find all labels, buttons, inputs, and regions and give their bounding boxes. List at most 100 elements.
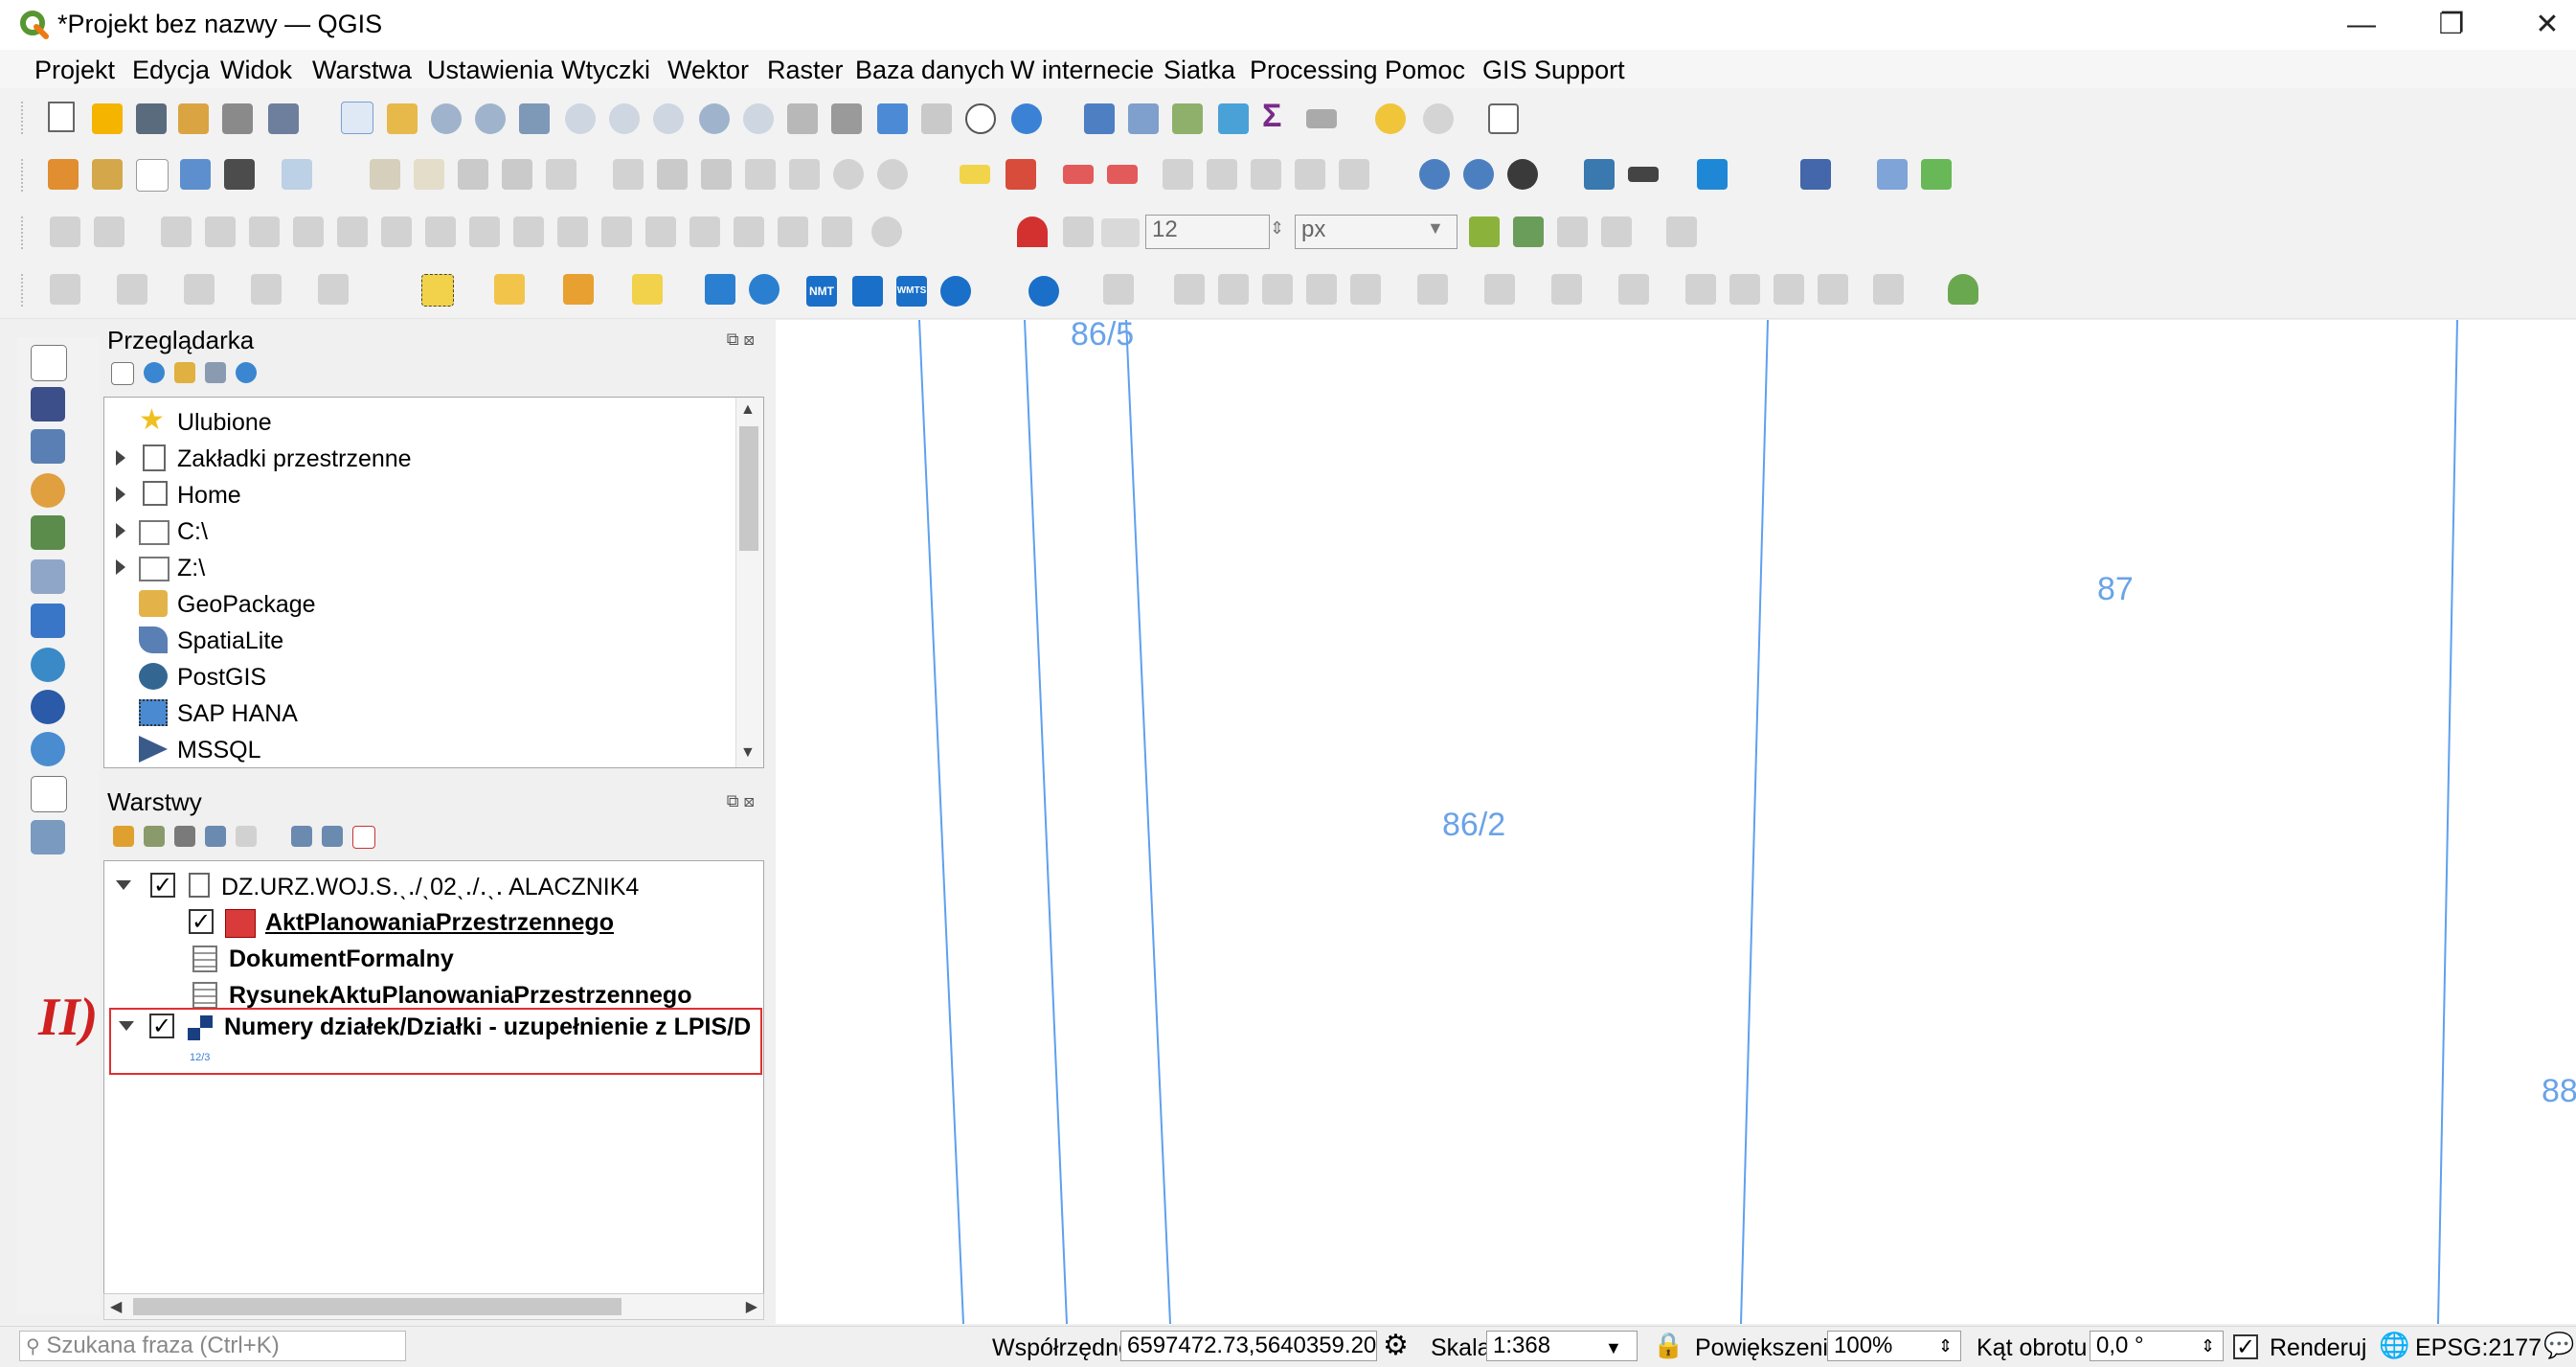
python-console-icon[interactable] [1584,159,1615,190]
select-by-location-icon[interactable] [632,274,663,305]
sum-plugin-icon[interactable] [1028,276,1059,307]
save-edits-icon[interactable] [458,159,488,190]
move-label-icon[interactable] [1251,159,1281,190]
toolbar-grip[interactable] [21,274,27,307]
pin-labels-icon[interactable] [1163,159,1193,190]
paste-features-icon[interactable] [789,159,820,190]
add-ring-icon[interactable] [205,216,236,247]
group-visibility-checkbox[interactable]: ✓ [150,873,175,898]
add-virtual-layer-icon[interactable] [31,559,65,594]
add-point-cloud-icon[interactable] [31,820,65,854]
snapping-magnet-icon[interactable] [1017,216,1048,247]
text-annotation-icon[interactable] [1488,103,1519,134]
current-edits-icon[interactable] [370,159,400,190]
field-calculator-icon[interactable] [1172,103,1203,134]
measure-line-icon[interactable] [1306,109,1337,128]
app-plugin-icon[interactable] [1697,159,1728,190]
filter-browser-icon[interactable] [174,362,195,383]
add-wfs-layer-icon[interactable] [31,732,65,766]
measure-tool-icon[interactable] [1628,167,1659,182]
modify-attributes-icon[interactable] [613,159,644,190]
simplify-feature-icon[interactable] [161,216,192,247]
undo-icon[interactable] [833,159,864,190]
plugin-tool-icon[interactable] [1877,159,1908,190]
layout-plugin-icon[interactable] [705,274,735,305]
zoom-out-icon[interactable] [475,103,506,134]
add-group-icon[interactable] [144,826,165,847]
menu-wektor[interactable]: Wektor [667,56,749,85]
nmt-plugin-icon[interactable]: NMT [806,276,837,307]
wmts-plugin-icon[interactable]: WMTS [896,276,927,307]
toolbar-grip[interactable] [21,102,27,134]
save-as-icon[interactable] [178,103,209,134]
offset-point-symbols-icon[interactable] [734,216,764,247]
add-wms-layer-icon[interactable] [31,604,65,638]
add-xyz-layer-icon[interactable] [31,648,65,682]
plugin-tool-12-icon[interactable] [1729,274,1760,305]
copy-features-icon[interactable] [745,159,776,190]
select-by-value-icon[interactable] [494,274,525,305]
chevron-down-icon[interactable]: ▼ [1427,218,1444,239]
delete-part-icon[interactable] [381,216,412,247]
panel-float-close-icon[interactable]: ⧉ ⊠ [727,791,755,811]
shape-circle-icon[interactable] [117,274,147,305]
lock-scale-icon[interactable]: 🔒 [1653,1331,1683,1360]
crs-label[interactable]: EPSG:2177 [2415,1334,2542,1362]
properties-info-icon[interactable] [236,362,257,383]
snap-intersection-icon[interactable] [1469,216,1500,247]
rotate-label-icon[interactable] [1295,159,1325,190]
plugin-tool-7-icon[interactable] [1417,274,1448,305]
topology-checker-icon[interactable] [1921,159,1952,190]
hscrollbar-thumb[interactable] [133,1298,621,1315]
layer-visibility-checkbox[interactable]: ✓ [149,1014,174,1038]
manage-map-themes-icon[interactable] [174,826,195,847]
trim-extend-icon[interactable] [778,216,808,247]
font-size-input[interactable]: 12 [1145,215,1270,249]
zoom-native-icon[interactable] [653,103,684,134]
plugin-tool-9-icon[interactable] [1551,274,1582,305]
plugin-tool-4-icon[interactable] [1262,274,1293,305]
temporal-controller-icon[interactable] [965,103,996,134]
menu-warstwa[interactable]: Warstwa [312,56,412,85]
layer-plugin-icon[interactable] [852,276,883,307]
plugin-tool-5-icon[interactable] [1306,274,1337,305]
collapse-all-layers-icon[interactable] [322,826,343,847]
menu-wtyczki[interactable]: Wtyczki [561,56,650,85]
new-geopackage-layer-icon[interactable] [92,159,123,190]
map-tips-icon[interactable] [1375,103,1406,134]
shape-digitizing-icon[interactable] [871,216,902,247]
filter-legend-icon[interactable] [205,826,226,847]
cut-features-icon[interactable] [701,159,732,190]
expand-arrow-icon[interactable] [116,559,125,575]
data-source-manager-icon[interactable] [48,159,79,190]
render-checkbox[interactable]: ✓ [2233,1334,2258,1359]
highlighted-layer-label[interactable]: Numery działek/Działki - uzupełnienie z … [224,1014,760,1041]
topology-editing-icon[interactable] [1666,216,1697,247]
open-layer-styling-icon[interactable] [113,826,134,847]
menu-baza-danych[interactable]: Baza danych [855,56,1005,85]
plugin-tool-13-icon[interactable] [1774,274,1804,305]
menu-siatka[interactable]: Siatka [1164,56,1235,85]
plugin-tool-3-icon[interactable] [1218,274,1249,305]
offset-curve-icon[interactable] [469,216,500,247]
locator-icon[interactable] [1423,103,1454,134]
new-map-view-icon[interactable] [787,103,818,134]
menu-projekt[interactable]: Projekt [34,56,115,85]
merge-attributes-icon[interactable] [645,216,676,247]
toolbar-grip[interactable] [21,159,27,192]
messages-icon[interactable]: 💬 [2543,1331,2574,1360]
refresh-browser-icon[interactable] [144,362,165,383]
chevron-down-icon[interactable]: ▼ [1605,1338,1622,1358]
plugin-tool-2-icon[interactable] [1174,274,1205,305]
scroll-left-icon[interactable]: ◀ [110,1297,122,1316]
plugin-tool-14-icon[interactable] [1818,274,1848,305]
reverse-line-icon[interactable] [822,216,852,247]
layer-labeling-icon[interactable] [1006,159,1036,190]
processing-toolbox-icon[interactable] [1218,103,1249,134]
statistical-summary-icon[interactable]: Σ [1262,98,1281,135]
add-feature-icon[interactable] [502,159,532,190]
delete-selected-icon[interactable] [657,159,688,190]
avoid-overlap-icon[interactable] [1601,216,1632,247]
menu-edycja[interactable]: Edycja [132,56,210,85]
trace-tool-icon[interactable] [1513,216,1544,247]
